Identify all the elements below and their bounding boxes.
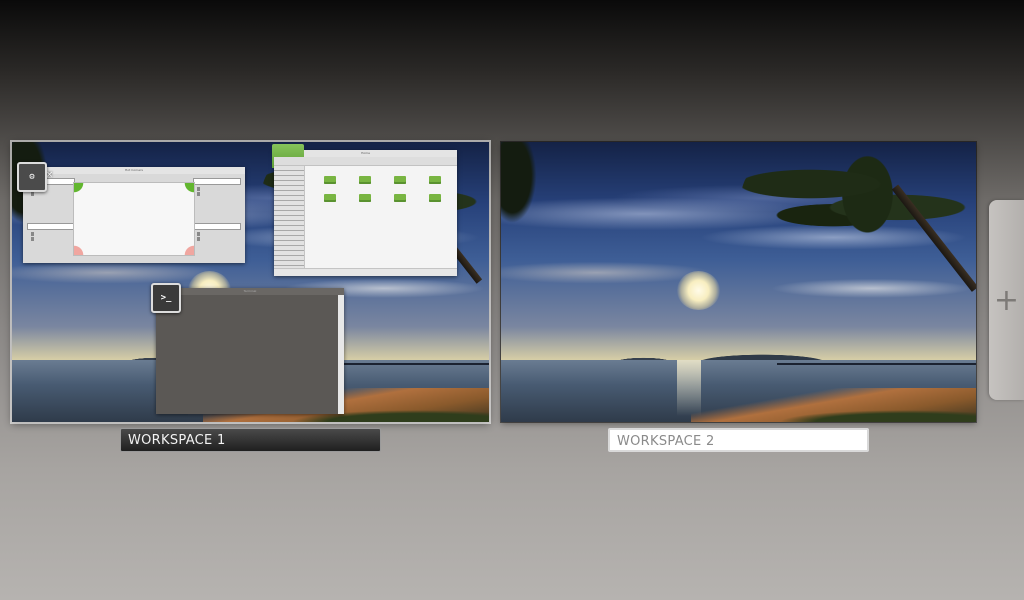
folder-item[interactable] (394, 194, 406, 202)
workspace-1-label[interactable]: WORKSPACE 1 (120, 428, 381, 452)
hot-corners-window[interactable]: Hot Corners (23, 167, 245, 263)
add-workspace-button[interactable]: + (989, 200, 1024, 400)
terminal-icon: >_ (151, 283, 181, 313)
folder-item[interactable] (359, 194, 371, 202)
file-manager-window[interactable]: Home (272, 144, 457, 276)
folder-item[interactable] (429, 194, 441, 202)
folder-item[interactable] (324, 194, 336, 202)
hot-corners-window-title: Hot Corners (23, 167, 245, 174)
screen-corner-preview (73, 182, 195, 256)
file-manager-statusbar (274, 268, 457, 276)
terminal-window-title: Terminal (156, 288, 344, 295)
bottom-right-action-dropdown[interactable] (193, 223, 241, 230)
hot-corners-icon: ⚙ (17, 162, 47, 192)
top-right-action-dropdown[interactable] (193, 178, 241, 185)
workspace-1-thumbnail[interactable]: Hot Corners × ⚙ Home Terminal >_ (12, 142, 489, 422)
top-right-corner-panel (193, 178, 241, 197)
bottom-left-corner-panel (27, 223, 75, 242)
terminal-window[interactable]: Terminal (156, 288, 344, 414)
workspace-2-thumbnail[interactable] (501, 142, 976, 422)
workspace-2-label[interactable]: WORKSPACE 2 (608, 428, 869, 452)
file-manager-toolbar (274, 157, 457, 166)
folder-item[interactable] (394, 176, 406, 184)
bottom-left-action-dropdown[interactable] (27, 223, 75, 230)
plus-icon: + (993, 282, 1020, 318)
folder-item[interactable] (429, 176, 441, 184)
folder-item[interactable] (324, 176, 336, 184)
folder-item[interactable] (359, 176, 371, 184)
bottom-right-corner-panel (193, 223, 241, 242)
desktop-wallpaper (501, 142, 976, 422)
file-manager-sidebar (274, 166, 305, 269)
